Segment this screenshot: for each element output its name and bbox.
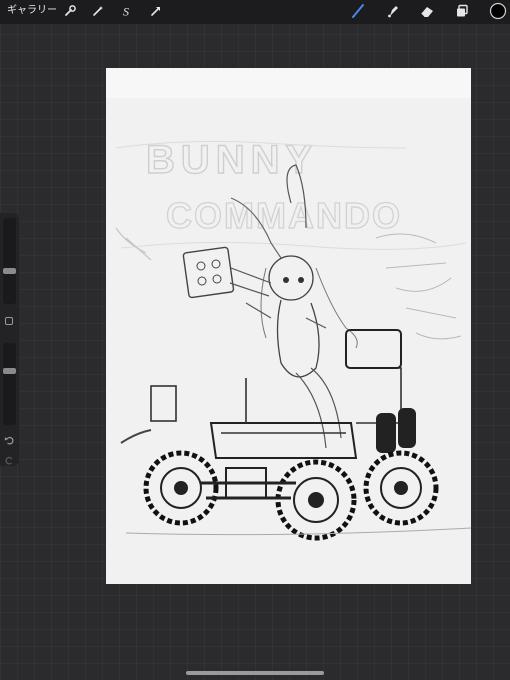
- eraser-icon[interactable]: [419, 3, 435, 19]
- gallery-button[interactable]: ギャラリー: [7, 4, 57, 18]
- redo-icon[interactable]: [4, 453, 15, 465]
- drawing-canvas[interactable]: BUNNY COMMANDO: [106, 68, 471, 584]
- svg-text:S: S: [123, 5, 129, 19]
- transform-arrow-icon[interactable]: [148, 3, 164, 19]
- home-indicator[interactable]: [186, 671, 324, 675]
- modify-square-button[interactable]: [5, 317, 13, 325]
- color-swatch-icon[interactable]: [489, 2, 507, 20]
- magic-wand-icon[interactable]: [90, 3, 106, 19]
- undo-icon[interactable]: [4, 433, 15, 445]
- brush-size-handle[interactable]: [3, 268, 16, 274]
- layers-icon[interactable]: [454, 3, 470, 19]
- sketch-artwork: BUNNY COMMANDO: [106, 98, 471, 584]
- smudge-icon[interactable]: [385, 3, 401, 19]
- brush-icon[interactable]: [350, 3, 366, 19]
- wrench-icon[interactable]: [62, 3, 78, 19]
- selection-s-icon[interactable]: S: [119, 3, 135, 19]
- left-sidebar: [0, 213, 19, 466]
- brush-size-slider[interactable]: [3, 218, 16, 304]
- sketch-title-line2: COMMANDO: [166, 195, 402, 236]
- opacity-slider[interactable]: [3, 343, 16, 425]
- opacity-handle[interactable]: [3, 368, 16, 374]
- top-toolbar: ギャラリー S: [0, 0, 510, 24]
